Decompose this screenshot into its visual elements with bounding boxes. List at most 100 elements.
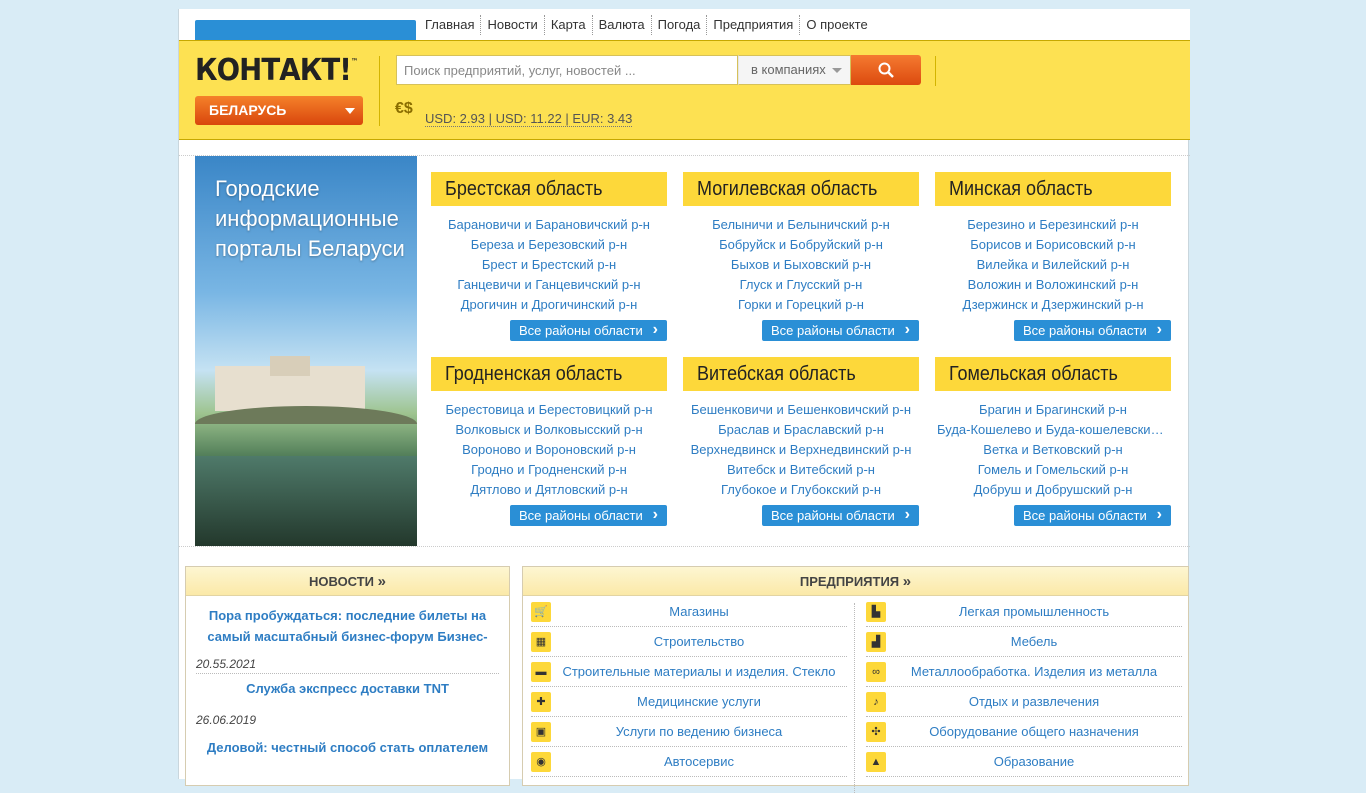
news-title-link[interactable]: Деловой: честный способ стать оплателем xyxy=(196,737,499,758)
district-link[interactable]: Верхнедвинск и Верхнедвинский р-н xyxy=(683,440,919,460)
region-title[interactable]: Витебская область xyxy=(683,357,919,391)
enterprises-panel-header[interactable]: ПРЕДПРИЯТИЯ » xyxy=(523,567,1188,596)
category-label: Услуги по ведению бизнеса xyxy=(615,724,783,739)
nav-about[interactable]: О проекте xyxy=(800,15,873,35)
district-link[interactable]: Брест и Брестский р-н xyxy=(431,255,667,275)
top-bar-accent xyxy=(195,20,416,41)
music-note-icon: ♪ xyxy=(866,691,886,712)
chain-icon: ∞ xyxy=(866,661,886,682)
category-business-services[interactable]: ▣ Услуги по ведению бизнеса xyxy=(531,717,847,747)
category-label: Металлообработка. Изделия из металла xyxy=(910,664,1158,679)
search-icon xyxy=(878,62,894,78)
district-link[interactable]: Береза и Березовский р-н xyxy=(431,235,667,255)
category-label: Отдых и развлечения xyxy=(968,694,1100,709)
site-logo[interactable]: КОНТАКТ!™ xyxy=(195,53,358,88)
nav-news[interactable]: Новости xyxy=(481,15,545,35)
district-link[interactable]: Ветка и Ветковский р-н xyxy=(935,440,1171,460)
category-label: Легкая промышленность xyxy=(958,604,1110,619)
banner-title: Городские информационные порталы Беларус… xyxy=(215,176,405,261)
district-link[interactable]: Борисов и Борисовский р-н xyxy=(935,235,1171,255)
category-construction[interactable]: ▦ Строительство xyxy=(531,627,847,657)
nav-enterprises[interactable]: Предприятия xyxy=(707,15,801,35)
exchange-rates[interactable]: USD: 2.93 | USD: 11.22 | EUR: 3.43 xyxy=(425,111,633,127)
district-link[interactable]: Вороново и Вороновский р-н xyxy=(431,440,667,460)
category-education[interactable]: ▲ Образование xyxy=(866,747,1182,777)
district-link[interactable]: Брагин и Брагинский р-н xyxy=(935,400,1171,420)
region-title[interactable]: Гродненская область xyxy=(431,357,667,391)
district-link[interactable]: Волковыск и Волковысский р-н xyxy=(431,420,667,440)
district-link[interactable]: Буда-Кошелево и Буда-кошелевский р-н xyxy=(935,420,1171,440)
category-medical[interactable]: ✚ Медицинские услуги xyxy=(531,687,847,717)
all-districts-button[interactable]: Все районы области xyxy=(510,504,667,526)
district-link[interactable]: Ганцевичи и Ганцевичский р-н xyxy=(431,275,667,295)
nav-map[interactable]: Карта xyxy=(545,15,593,35)
district-link[interactable]: Быхов и Быховский р-н xyxy=(683,255,919,275)
district-link[interactable]: Горки и Горецкий р-н xyxy=(683,295,919,315)
city-portals-banner[interactable]: Городские информационные порталы Беларус… xyxy=(195,156,417,546)
district-link[interactable]: Витебск и Витебский р-н xyxy=(683,460,919,480)
district-link[interactable]: Берестовица и Берестовицкий р-н xyxy=(431,400,667,420)
category-metalworking[interactable]: ∞ Металлообработка. Изделия из металла xyxy=(866,657,1182,687)
district-link[interactable]: Вилейка и Вилейский р-н xyxy=(935,255,1171,275)
boot-icon: ▙ xyxy=(866,601,886,622)
region-title[interactable]: Могилевская область xyxy=(683,172,919,206)
category-label: Мебель xyxy=(1010,634,1058,649)
district-link[interactable]: Дятлово и Дятловский р-н xyxy=(431,480,667,500)
all-districts-button[interactable]: Все районы области xyxy=(1014,504,1171,526)
district-link[interactable]: Воложин и Воложинский р-н xyxy=(935,275,1171,295)
category-general-equipment[interactable]: ✣ Оборудование общего назначения xyxy=(866,717,1182,747)
district-link[interactable]: Браслав и Браславский р-н xyxy=(683,420,919,440)
category-leisure[interactable]: ♪ Отдых и развлечения xyxy=(866,687,1182,717)
district-link[interactable]: Дзержинск и Дзержинский р-н xyxy=(935,295,1171,315)
news-date: 20.55.2021 xyxy=(196,657,499,674)
car-icon: ◉ xyxy=(531,751,551,772)
category-auto-service[interactable]: ◉ Автосервис xyxy=(531,747,847,777)
banner-water xyxy=(195,456,417,546)
region-title[interactable]: Гомельская область xyxy=(935,357,1171,391)
all-districts-button[interactable]: Все районы области xyxy=(762,504,919,526)
district-link[interactable]: Бешенковичи и Бешенковичский р-н xyxy=(683,400,919,420)
category-label: Строительные материалы и изделия. Стекло xyxy=(562,664,836,679)
double-chevron-right-icon: » xyxy=(377,573,386,590)
district-link[interactable]: Бобруйск и Бобруйский р-н xyxy=(683,235,919,255)
news-title-link[interactable]: Служба экспресс доставки TNT xyxy=(196,678,499,699)
all-districts-button[interactable]: Все районы области xyxy=(510,319,667,341)
regions-section: Городские информационные порталы Беларус… xyxy=(179,155,1190,547)
all-districts-button[interactable]: Все районы области xyxy=(762,319,919,341)
district-link[interactable]: Гомель и Гомельский р-н xyxy=(935,460,1171,480)
district-link[interactable]: Березино и Березинский р-н xyxy=(935,215,1171,235)
nav-weather[interactable]: Погода xyxy=(652,15,708,35)
region-title[interactable]: Минская область xyxy=(935,172,1171,206)
district-link[interactable]: Глуск и Глусский р-н xyxy=(683,275,919,295)
district-link[interactable]: Дрогичин и Дрогичинский р-н xyxy=(431,295,667,315)
country-selector[interactable]: БЕЛАРУСЬ xyxy=(195,96,363,125)
search-scope-label: в компаниях xyxy=(751,62,826,77)
category-light-industry[interactable]: ▙ Легкая промышленность xyxy=(866,597,1182,627)
district-link[interactable]: Барановичи и Барановичский р-н xyxy=(431,215,667,235)
country-label: БЕЛАРУСЬ xyxy=(209,102,287,118)
category-building-materials[interactable]: ▬ Строительные материалы и изделия. Стекл… xyxy=(531,657,847,687)
nav-currency[interactable]: Валюта xyxy=(593,15,652,35)
news-title-link[interactable]: Пора пробуждаться: последние билеты на с… xyxy=(196,605,499,647)
nav-home[interactable]: Главная xyxy=(419,15,482,35)
district-link[interactable]: Гродно и Гродненский р-н xyxy=(431,460,667,480)
region-card-mogilev: Могилевская область Белыничи и Белыничск… xyxy=(683,172,919,341)
district-link[interactable]: Глубокое и Глубокский р-н xyxy=(683,480,919,500)
district-link[interactable]: Добруш и Добрушский р-н xyxy=(935,480,1171,500)
enterprise-categories-left: 🛒 Магазины ▦ Строительство ▬ Строительные м… xyxy=(531,597,847,777)
category-shops[interactable]: 🛒 Магазины xyxy=(531,597,847,627)
search-input[interactable] xyxy=(396,55,738,85)
search-button[interactable] xyxy=(851,55,921,85)
news-item: Пора пробуждаться: последние билеты на с… xyxy=(186,596,509,674)
category-label: Строительство xyxy=(653,634,745,649)
region-title[interactable]: Брестская область xyxy=(431,172,667,206)
region-card-gomel: Гомельская область Брагин и Брагинский р… xyxy=(935,357,1171,526)
news-panel-title: НОВОСТИ xyxy=(309,574,375,589)
news-panel: НОВОСТИ » Пора пробуждаться: последние б… xyxy=(185,566,510,786)
all-districts-button[interactable]: Все районы области xyxy=(1014,319,1171,341)
banner-building-tower xyxy=(270,356,310,376)
news-panel-header[interactable]: НОВОСТИ » xyxy=(186,567,509,596)
search-scope-select[interactable]: в компаниях xyxy=(738,55,851,85)
category-furniture[interactable]: ▟ Мебель xyxy=(866,627,1182,657)
district-link[interactable]: Белыничи и Белыничский р-н xyxy=(683,215,919,235)
